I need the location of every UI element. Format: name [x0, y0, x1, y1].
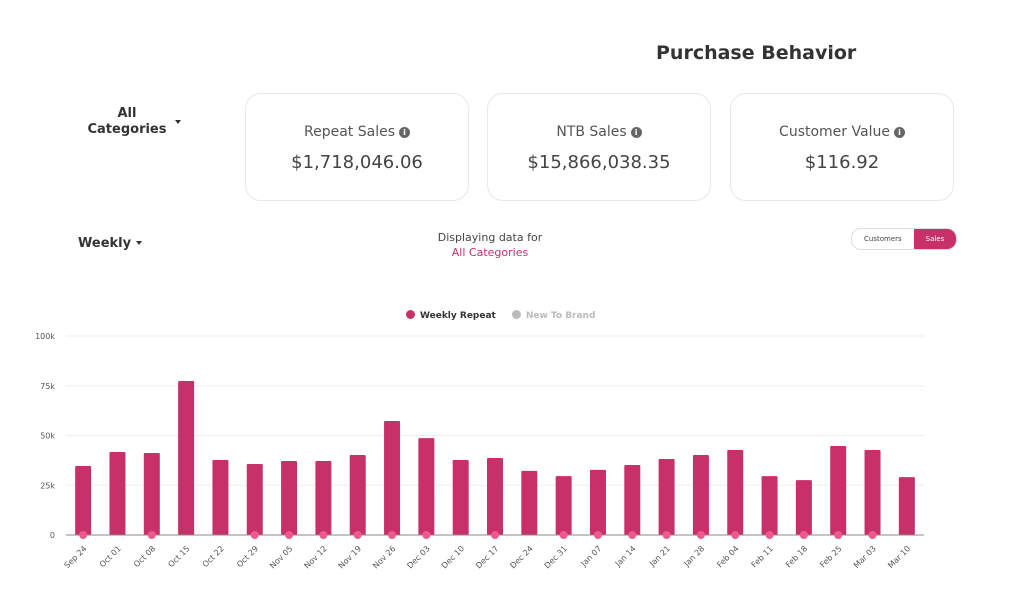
x-tick-label: Oct 29: [235, 544, 260, 569]
bar: [143, 453, 160, 535]
zero-marker: [147, 531, 156, 539]
bar: [315, 460, 332, 535]
x-tick-label: Jan 07: [579, 544, 604, 569]
x-tick-label: Feb 04: [715, 544, 740, 569]
x-tick-label: Oct 22: [201, 544, 226, 569]
zero-marker: [868, 531, 877, 539]
zero-marker: [731, 531, 740, 539]
zero-marker: [388, 531, 397, 539]
bar: [178, 380, 195, 535]
zero-marker: [662, 531, 671, 539]
zero-marker: [319, 531, 328, 539]
bar: [761, 476, 778, 535]
bar: [555, 476, 572, 535]
bar: [246, 463, 263, 535]
zero-marker: [79, 531, 88, 539]
x-tick-label: Dec 03: [405, 544, 431, 570]
x-tick-label: Nov 19: [337, 544, 363, 570]
zero-marker: [593, 531, 602, 539]
x-tick-label: Nov 12: [302, 544, 328, 570]
y-tick-label: 50k: [40, 432, 55, 441]
x-tick-label: Dec 31: [543, 544, 569, 570]
x-tick-label: Jan 14: [613, 544, 638, 569]
bar: [521, 470, 538, 535]
bar: [830, 446, 847, 535]
x-tick-label: Dec 17: [474, 544, 500, 570]
y-tick-label: 0: [50, 531, 55, 540]
bar: [487, 457, 503, 535]
zero-marker: [628, 531, 637, 539]
x-tick-label: Nov 26: [371, 544, 397, 570]
zero-marker: [353, 531, 362, 539]
x-tick-label: Feb 11: [750, 544, 775, 569]
x-tick-label: Sep 24: [63, 544, 89, 570]
bar: [109, 452, 126, 535]
x-tick-label: Feb 18: [784, 544, 809, 569]
zero-marker: [834, 531, 843, 539]
bar: [384, 420, 401, 535]
bar: [418, 438, 435, 535]
zero-marker: [559, 531, 568, 539]
x-tick-label: Mar 03: [852, 544, 878, 570]
x-tick-label: Jan 28: [682, 544, 707, 569]
x-tick-label: Dec 24: [508, 544, 534, 570]
x-tick-label: Dec 10: [440, 544, 466, 570]
zero-marker: [285, 531, 294, 539]
x-tick-label: Oct 08: [132, 544, 157, 569]
bar: [692, 455, 709, 535]
x-tick-label: Oct 15: [166, 544, 191, 569]
bar: [75, 465, 92, 535]
zero-marker: [422, 531, 431, 539]
y-tick-label: 25k: [40, 481, 55, 490]
zero-marker: [799, 531, 808, 539]
zero-marker: [250, 531, 259, 539]
bar: [727, 450, 744, 535]
bar: [589, 469, 606, 535]
zero-marker: [696, 531, 705, 539]
bar: [864, 450, 881, 535]
bar: [795, 480, 812, 535]
zero-marker: [491, 531, 499, 539]
zero-marker: [765, 531, 774, 539]
bar: [658, 458, 675, 535]
bar: [898, 477, 915, 535]
x-tick-label: Oct 01: [98, 544, 123, 569]
y-tick-label: 75k: [40, 382, 55, 391]
bar-chart: 0 25k 50k 75k 100k Sep 24 Oct 01 Oct 08 Oct 15 Oc…: [35, 332, 924, 570]
bar: [349, 455, 366, 535]
bar: [624, 464, 641, 535]
bar: [452, 459, 469, 535]
y-tick-label: 100k: [35, 332, 55, 341]
x-tick-label: Feb 25: [818, 544, 843, 569]
bar: [281, 460, 298, 535]
bar: [212, 459, 229, 535]
x-tick-label: Jan 21: [647, 544, 672, 569]
x-tick-label: Nov 05: [268, 544, 294, 570]
x-tick-label: Mar 10: [886, 544, 912, 570]
